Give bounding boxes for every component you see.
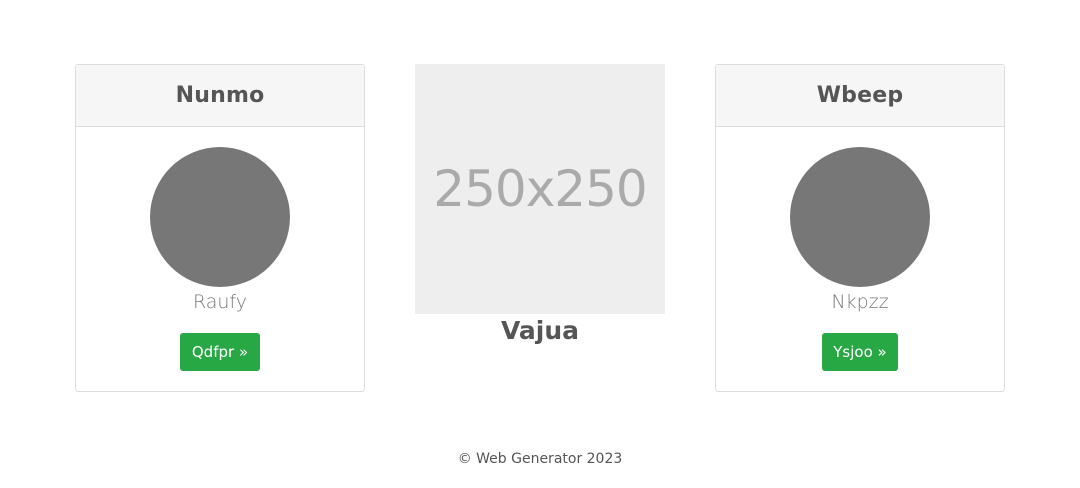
footer-copyright: © Web Generator 2023	[457, 451, 623, 467]
card-title: Nunmo	[175, 83, 265, 108]
card-header: Nunmo	[76, 65, 364, 127]
placeholder-image: 250x250	[415, 64, 665, 314]
center-title: Vajua	[500, 316, 580, 345]
avatar	[790, 147, 930, 287]
card-name: Raufy	[192, 291, 248, 313]
page: Nunmo Raufy Qdfpr » 250x250 Vajua Wbeep …	[0, 0, 1080, 488]
card-title: Wbeep	[816, 83, 904, 108]
ysjoo-button[interactable]: Ysjoo »	[822, 333, 898, 371]
profile-card-nunmo: Nunmo Raufy Qdfpr »	[75, 64, 365, 392]
profile-card-wbeep: Wbeep Nkpzz Ysjoo »	[715, 64, 1005, 392]
card-name: Nkpzz	[831, 291, 889, 313]
avatar	[150, 147, 290, 287]
qdfpr-button[interactable]: Qdfpr »	[180, 333, 260, 371]
card-header: Wbeep	[716, 65, 1004, 127]
placeholder-label: 250x250	[433, 160, 647, 218]
